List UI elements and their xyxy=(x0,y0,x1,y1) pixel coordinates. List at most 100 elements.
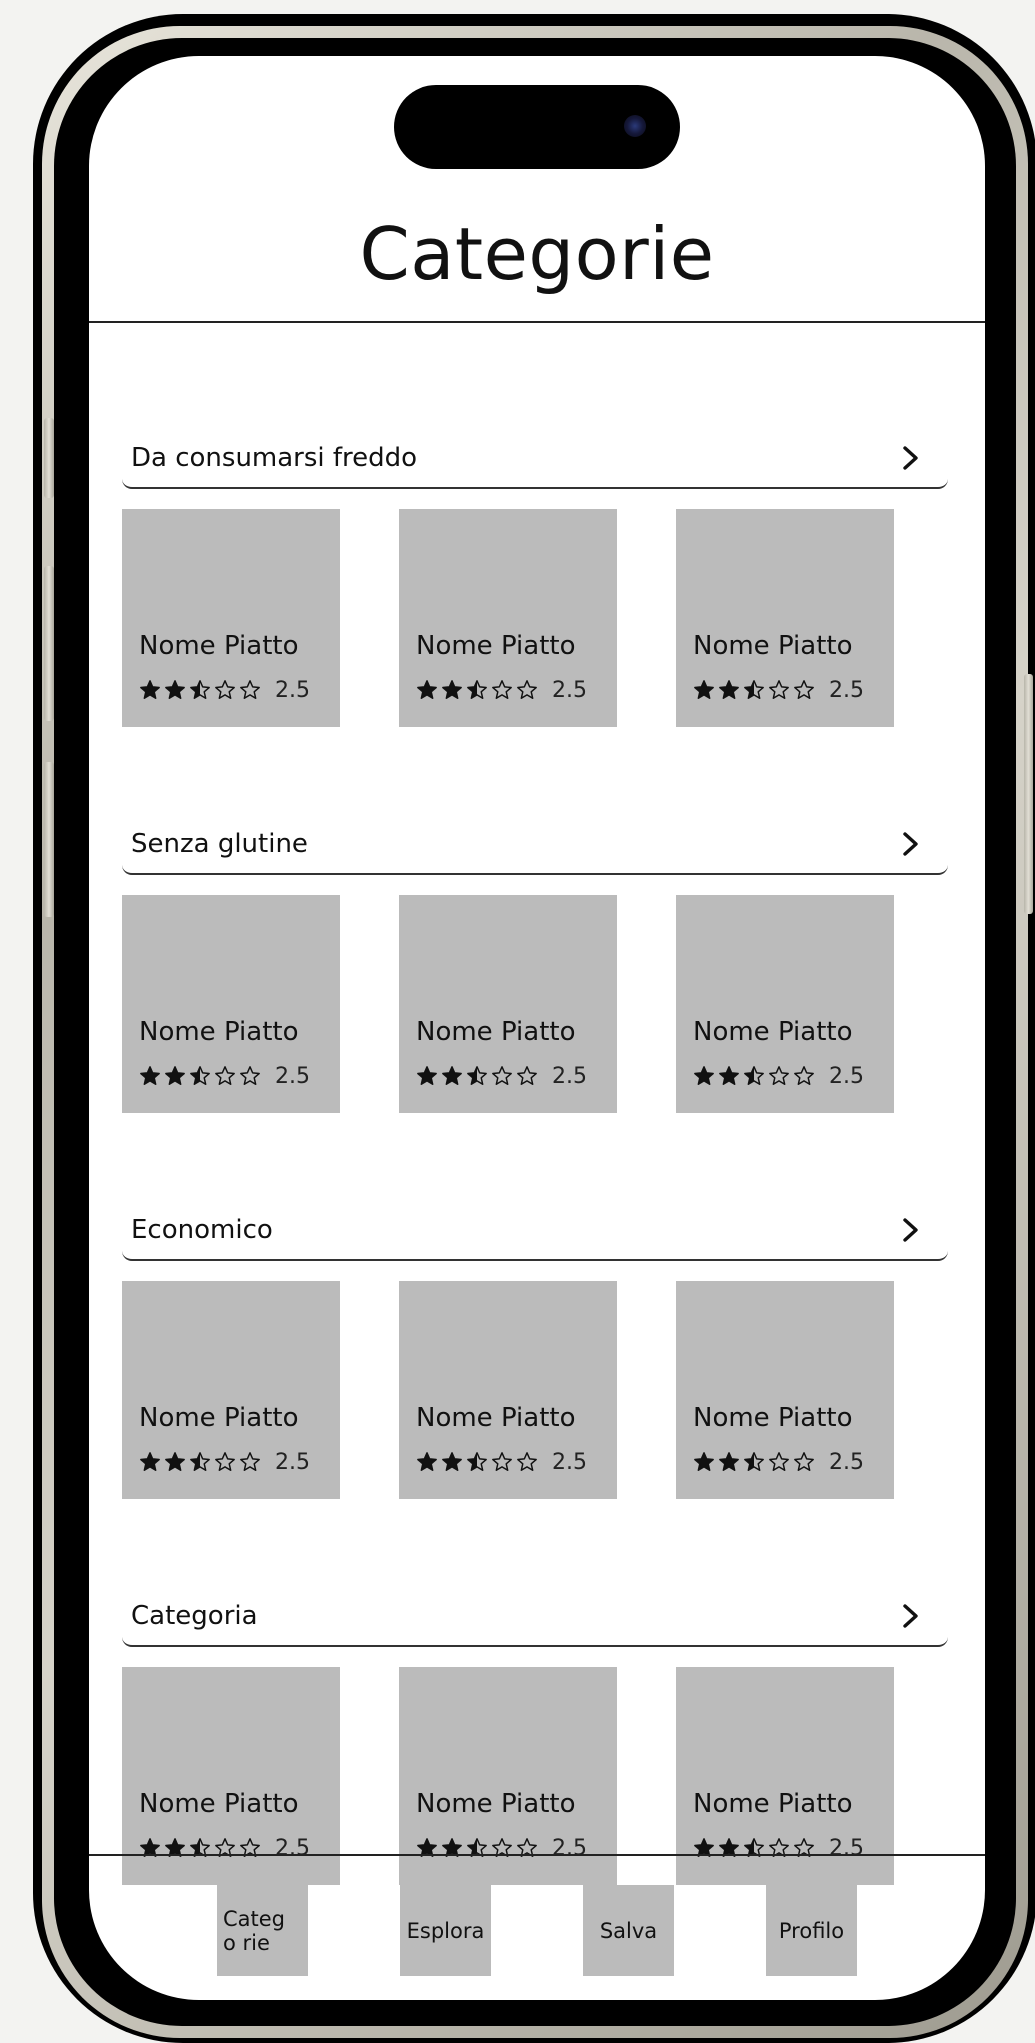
rating-stars xyxy=(139,1451,261,1473)
tab-salva[interactable]: Salva xyxy=(583,1885,674,1976)
rating-value: 2.5 xyxy=(275,1835,310,1861)
star-half-icon xyxy=(189,1065,211,1087)
rating-value: 2.5 xyxy=(552,1449,587,1475)
star-filled-icon xyxy=(441,1451,463,1473)
tab-esplora-label: Esplora xyxy=(406,1918,485,1943)
dish-rating: 2.5 xyxy=(693,1062,864,1090)
category-header[interactable]: Da consumarsi freddo xyxy=(122,439,948,489)
dish-name: Nome Piatto xyxy=(416,1403,576,1433)
rating-value: 2.5 xyxy=(829,1835,864,1861)
star-empty-icon xyxy=(793,1065,815,1087)
camera-icon xyxy=(624,115,646,137)
star-filled-icon xyxy=(416,679,438,701)
dish-rating: 2.5 xyxy=(693,1834,864,1862)
dish-rating: 2.5 xyxy=(416,676,587,704)
star-empty-icon xyxy=(516,1065,538,1087)
star-filled-icon xyxy=(693,679,715,701)
dish-rating: 2.5 xyxy=(693,1448,864,1476)
dish-card[interactable]: Nome Piatto 2.5 xyxy=(399,895,617,1113)
star-filled-icon xyxy=(441,1065,463,1087)
dish-card[interactable]: Nome Piatto 2.5 xyxy=(122,1281,340,1499)
star-filled-icon xyxy=(139,679,161,701)
chevron-right-icon[interactable] xyxy=(898,829,924,859)
category-section: Categoria Nome Piatto 2.5 Nome Piatto 2.5 Nom… xyxy=(89,1597,985,1897)
star-empty-icon xyxy=(793,679,815,701)
dish-card[interactable]: Nome Piatto 2.5 xyxy=(676,895,894,1113)
rating-value: 2.5 xyxy=(275,1449,310,1475)
star-filled-icon xyxy=(718,679,740,701)
dish-card[interactable]: Nome Piatto 2.5 xyxy=(399,1667,617,1885)
header-divider xyxy=(89,321,985,323)
rating-value: 2.5 xyxy=(829,677,864,703)
dish-name: Nome Piatto xyxy=(693,631,853,661)
rating-value: 2.5 xyxy=(829,1063,864,1089)
dish-card[interactable]: Nome Piatto 2.5 xyxy=(676,1667,894,1885)
dish-rating: 2.5 xyxy=(416,1834,587,1862)
star-half-icon xyxy=(743,679,765,701)
rating-stars xyxy=(416,1065,538,1087)
category-title: Da consumarsi freddo xyxy=(131,443,418,473)
dish-name: Nome Piatto xyxy=(139,1403,299,1433)
category-section: Senza glutine Nome Piatto 2.5 Nome Piatto 2.… xyxy=(89,825,985,1125)
dish-name: Nome Piatto xyxy=(416,1017,576,1047)
rating-value: 2.5 xyxy=(275,677,310,703)
tab-esplora[interactable]: Esplora xyxy=(400,1885,491,1976)
star-empty-icon xyxy=(239,1065,261,1087)
tabbar-divider xyxy=(89,1854,985,1856)
star-filled-icon xyxy=(139,1451,161,1473)
dish-card[interactable]: Nome Piatto 2.5 xyxy=(399,1281,617,1499)
rating-stars xyxy=(693,679,815,701)
category-header[interactable]: Economico xyxy=(122,1211,948,1261)
dish-rating: 2.5 xyxy=(416,1448,587,1476)
power-button xyxy=(1024,674,1033,914)
chevron-right-icon[interactable] xyxy=(898,1215,924,1245)
dish-name: Nome Piatto xyxy=(416,1789,576,1819)
dish-name: Nome Piatto xyxy=(139,1017,299,1047)
dish-card[interactable]: Nome Piatto 2.5 xyxy=(399,509,617,727)
star-empty-icon xyxy=(214,679,236,701)
tab-profilo[interactable]: Profilo xyxy=(766,1885,857,1976)
tab-salva-label: Salva xyxy=(599,1918,658,1943)
star-empty-icon xyxy=(768,679,790,701)
category-header[interactable]: Senza glutine xyxy=(122,825,948,875)
dish-card[interactable]: Nome Piatto 2.5 xyxy=(122,509,340,727)
rating-stars xyxy=(416,1451,538,1473)
rating-value: 2.5 xyxy=(552,1063,587,1089)
category-title: Categoria xyxy=(131,1601,258,1631)
rating-value: 2.5 xyxy=(552,1835,587,1861)
star-empty-icon xyxy=(768,1451,790,1473)
star-half-icon xyxy=(189,679,211,701)
star-empty-icon xyxy=(516,679,538,701)
star-empty-icon xyxy=(239,679,261,701)
category-section: Economico Nome Piatto 2.5 Nome Piatto 2.5 Nom… xyxy=(89,1211,985,1511)
page-title: Categorie xyxy=(359,212,715,296)
dish-card[interactable]: Nome Piatto 2.5 xyxy=(122,895,340,1113)
dish-card[interactable]: Nome Piatto 2.5 xyxy=(676,1281,894,1499)
star-empty-icon xyxy=(491,1065,513,1087)
star-filled-icon xyxy=(441,679,463,701)
dish-rating: 2.5 xyxy=(416,1062,587,1090)
chevron-right-icon[interactable] xyxy=(898,443,924,473)
dish-rating: 2.5 xyxy=(693,676,864,704)
star-half-icon xyxy=(466,1451,488,1473)
chevron-right-icon[interactable] xyxy=(898,1601,924,1631)
dish-name: Nome Piatto xyxy=(693,1017,853,1047)
rating-value: 2.5 xyxy=(552,677,587,703)
rating-stars xyxy=(139,1065,261,1087)
star-half-icon xyxy=(466,679,488,701)
dish-card[interactable]: Nome Piatto 2.5 xyxy=(122,1667,340,1885)
star-empty-icon xyxy=(768,1065,790,1087)
category-header[interactable]: Categoria xyxy=(122,1597,948,1647)
dish-name: Nome Piatto xyxy=(693,1403,853,1433)
rating-stars xyxy=(416,679,538,701)
tab-categorie[interactable]: Catego rie xyxy=(217,1885,308,1976)
dish-rating: 2.5 xyxy=(139,1834,310,1862)
rating-value: 2.5 xyxy=(275,1063,310,1089)
dish-card[interactable]: Nome Piatto 2.5 xyxy=(676,509,894,727)
star-empty-icon xyxy=(239,1451,261,1473)
rating-stars xyxy=(139,679,261,701)
star-empty-icon xyxy=(491,1451,513,1473)
star-filled-icon xyxy=(718,1451,740,1473)
volume-down-button xyxy=(44,762,54,917)
star-half-icon xyxy=(743,1451,765,1473)
